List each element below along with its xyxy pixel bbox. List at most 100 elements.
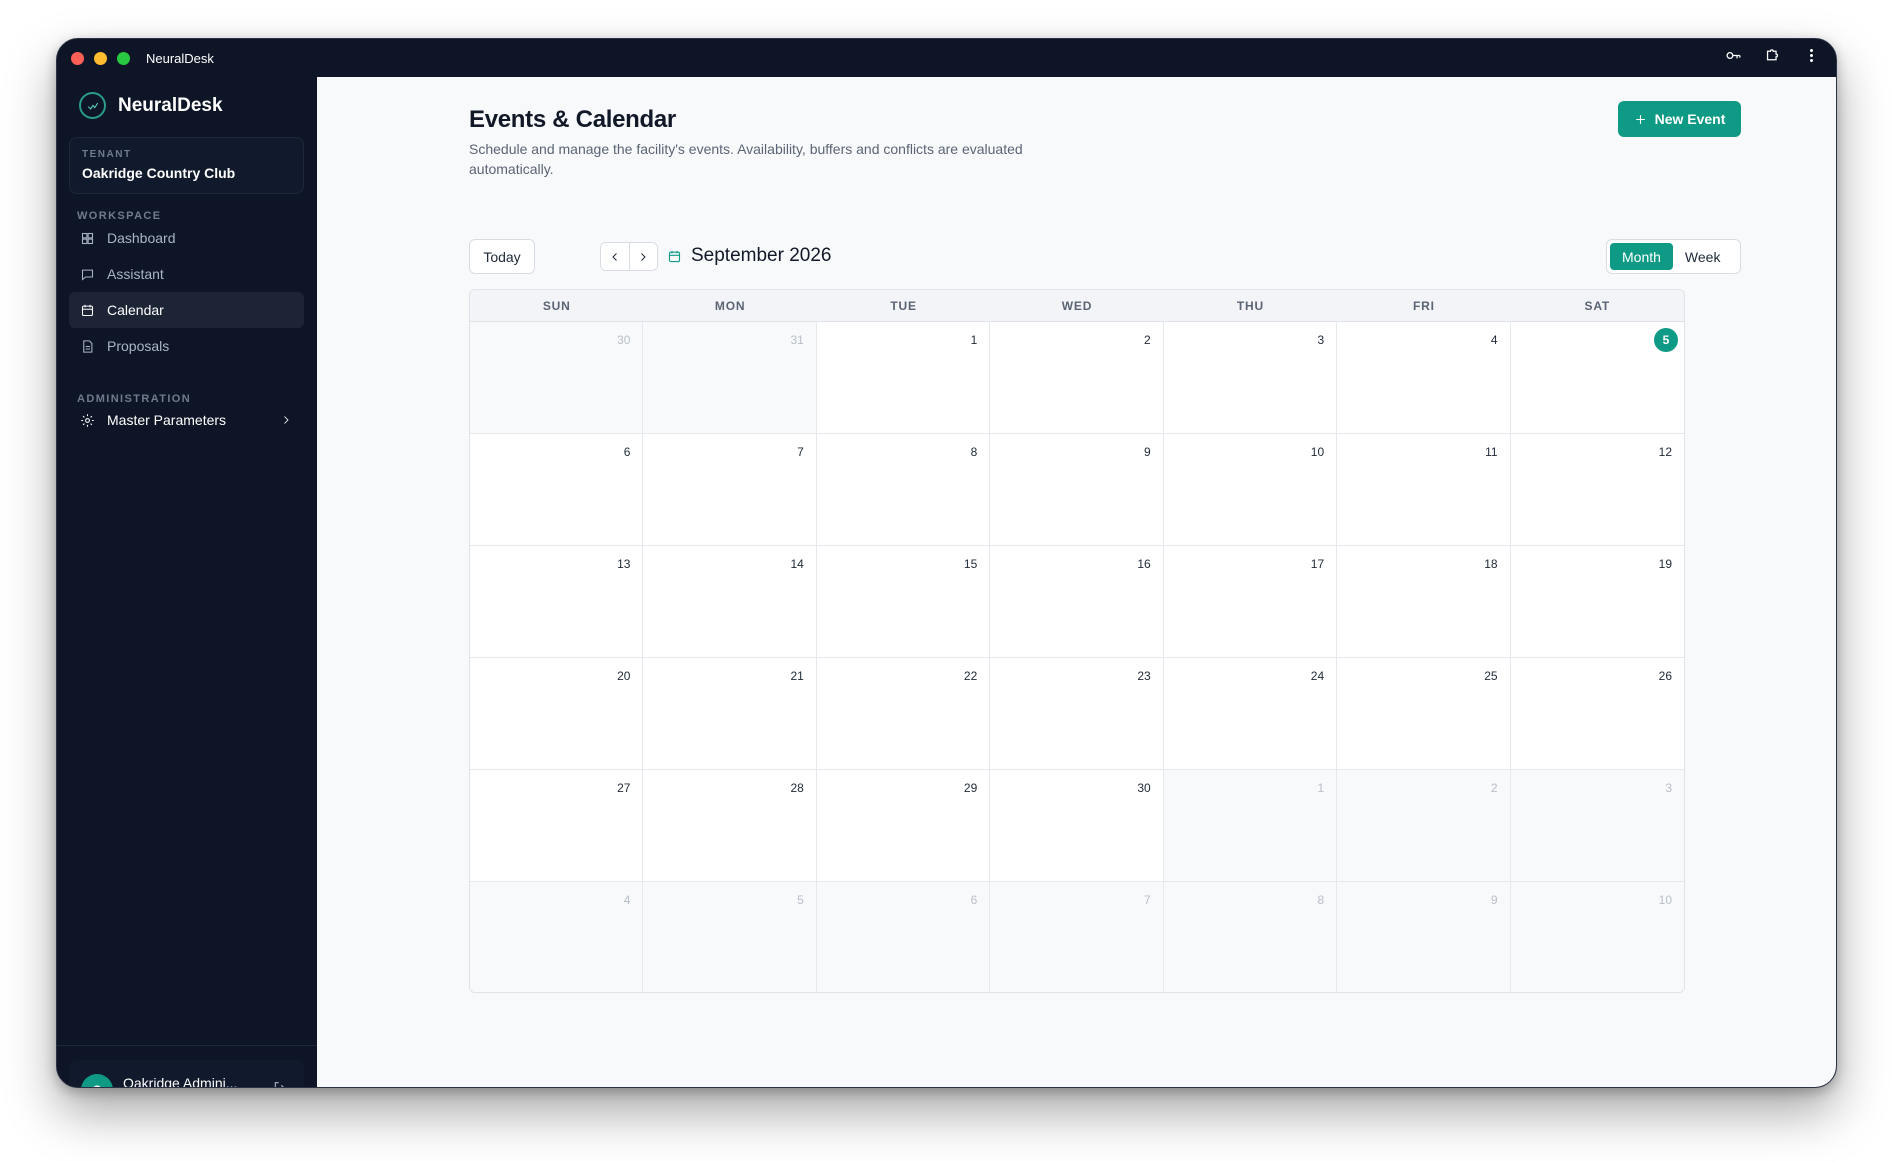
calendar-day-cell[interactable]: 28 [643,770,817,882]
day-number: 10 [1310,445,1325,459]
next-month-button[interactable] [628,243,657,270]
close-window-button[interactable] [71,51,84,65]
brand-logo-icon [79,92,106,119]
new-event-label: New Event [1654,111,1726,127]
logout-icon[interactable] [272,1080,288,1087]
app-window: NeuralDesk NeuralDesk TENANT Oakridge Co… [56,38,1837,1088]
today-button[interactable]: Today [469,239,535,274]
day-number: 19 [1658,557,1672,571]
day-number: 14 [790,557,804,571]
chat-icon [81,269,94,281]
weekday-wed: WED [1061,298,1093,313]
day-number: 27 [617,781,631,795]
day-number: 10 [1658,893,1672,907]
calendar-day-cell[interactable]: 6 [470,434,644,546]
calendar-day-cell[interactable]: 29 [816,770,991,882]
day-number: 15 [963,557,978,571]
sidebar-item-dashboard[interactable]: Dashboard [69,220,304,256]
calendar-day-cell[interactable]: 4 [1337,322,1511,434]
day-number: 26 [1658,669,1672,683]
user-card[interactable]: O Oakridge Admini... Administrator [69,1060,304,1088]
calendar-day-cell[interactable]: 22 [816,658,991,770]
chevron-right-icon [641,252,646,261]
calendar-day-cell[interactable]: 23 [990,658,1164,770]
tenant-name: Oakridge Country Club [82,165,236,181]
calendar-day-cell[interactable]: 31 [643,322,817,434]
maximize-window-button[interactable] [117,51,130,65]
day-number: 8 [1317,893,1325,907]
sidebar-item-master-parameters[interactable]: Master Parameters [69,402,304,438]
weekday-header: SUN MON TUE WED THU FRI SAT [470,290,1684,322]
calendar-day-cell[interactable]: 10 [1163,434,1338,546]
view-week-button[interactable]: Week [1673,243,1733,270]
view-month-button[interactable]: Month [1610,243,1673,270]
calendar-day-cell[interactable]: 12 [1510,434,1684,546]
user-name: Oakridge Admini... [123,1074,238,1088]
puzzle-icon[interactable] [1764,47,1781,69]
calendar-day-cell[interactable]: 30 [470,322,644,434]
calendar-day-cell[interactable]: 15 [816,546,991,658]
sidebar-item-proposals[interactable]: Proposals [69,328,304,364]
calendar-day-cell[interactable]: 21 [643,658,817,770]
chevron-right-icon [284,416,289,424]
brand-name: NeuralDesk [118,94,223,116]
user-info: Oakridge Admini... Administrator [123,1074,238,1088]
weekday-mon: MON [714,298,746,313]
calendar-day-cell[interactable]: 19 [1510,546,1684,658]
day-number: 13 [617,557,631,571]
day-number: 22 [963,669,978,683]
calendar-day-cell[interactable]: 26 [1510,658,1684,770]
previous-month-button[interactable] [601,243,629,270]
calendar-day-cell[interactable]: 14 [643,546,817,658]
calendar-day-cell[interactable]: 13 [470,546,644,658]
calendar-day-cell[interactable]: 9 [990,434,1164,546]
calendar-day-cell[interactable]: 7 [990,882,1164,992]
calendar-day-cell[interactable]: 16 [990,546,1164,658]
weekday-tue: TUE [890,298,917,313]
calendar-day-cell[interactable]: 30 [990,770,1164,882]
calendar-day-cell[interactable]: 6 [816,882,991,992]
minimize-window-button[interactable] [94,51,107,65]
calendar-day-cell[interactable]: 3 [1163,322,1338,434]
weekday-sun: SUN [542,298,571,313]
calendar-day-cell[interactable]: 2 [1337,770,1511,882]
day-number: 16 [1137,557,1151,571]
calendar-day-cell[interactable]: 1 [816,322,991,434]
calendar-day-cell[interactable]: 5 [643,882,817,992]
more-vertical-icon[interactable] [1803,47,1820,69]
calendar-day-cell[interactable]: 4 [470,882,644,992]
titlebar-actions [1725,47,1820,69]
new-event-button[interactable]: New Event [1618,101,1741,137]
sidebar-item-calendar[interactable]: Calendar [69,292,304,328]
brand[interactable]: NeuralDesk [79,92,223,119]
calendar-day-cell[interactable]: 9 [1337,882,1511,992]
calendar-day-cell[interactable]: 20 [470,658,644,770]
calendar-day-cell-today[interactable]: 5 [1510,322,1684,434]
calendar-icon [668,250,681,262]
window-controls [71,51,130,65]
calendar-day-cell[interactable]: 7 [643,434,817,546]
calendar-day-cell[interactable]: 27 [470,770,644,882]
calendar-day-cell[interactable]: 2 [990,322,1164,434]
calendar-day-cell[interactable]: 8 [816,434,991,546]
calendar-day-cell[interactable]: 10 [1510,882,1684,992]
key-icon[interactable] [1725,47,1742,69]
calendar-day-cell[interactable]: 18 [1337,546,1511,658]
calendar-day-cell[interactable]: 25 [1337,658,1511,770]
view-toggle: Month Week [1606,239,1741,274]
plus-icon [1635,114,1645,124]
sidebar-item-assistant[interactable]: Assistant [69,256,304,292]
month-navigation [600,242,658,271]
tenant-label: TENANT [82,149,132,160]
calendar-day-cell[interactable]: 24 [1163,658,1338,770]
calendar-day-cell[interactable]: 1 [1163,770,1338,882]
calendar-day-cell[interactable]: 8 [1163,882,1338,992]
day-number: 5 [797,893,804,907]
calendar-day-cell[interactable]: 11 [1337,434,1511,546]
tenant-selector[interactable]: TENANT Oakridge Country Club [69,137,304,194]
sidebar: NeuralDesk TENANT Oakridge Country Club … [57,77,317,1088]
calendar-day-cell[interactable]: 3 [1510,770,1684,882]
document-icon [83,339,93,353]
calendar-day-cell[interactable]: 17 [1163,546,1338,658]
day-number: 8 [970,445,978,459]
